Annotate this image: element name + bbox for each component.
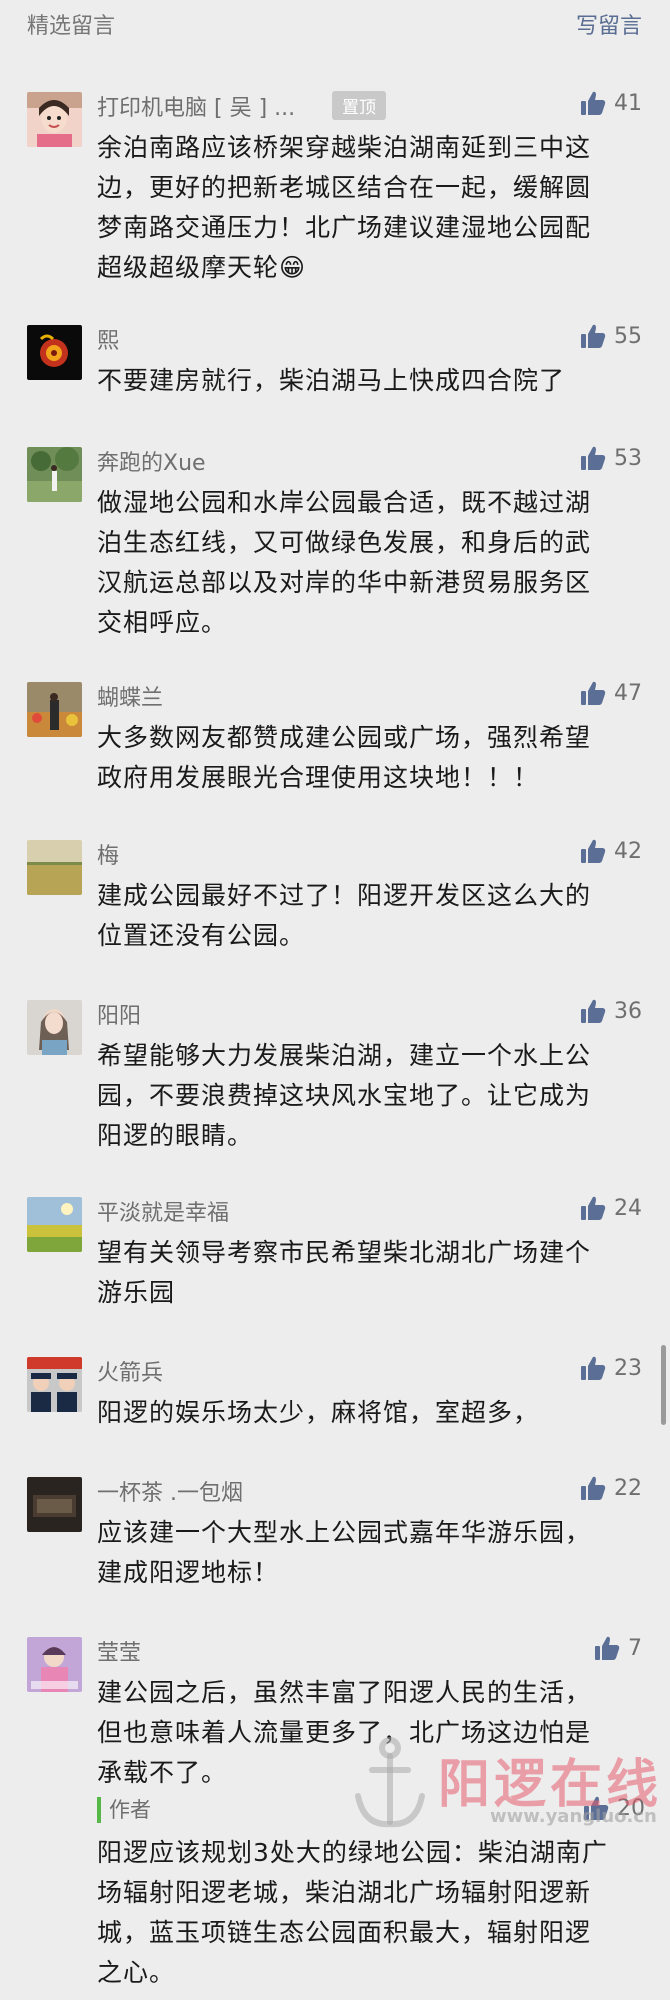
comment-line: 位置还没有公园。 xyxy=(97,921,306,950)
like-button[interactable]: 41 xyxy=(580,90,642,116)
like-button[interactable]: 36 xyxy=(580,998,642,1024)
like-count: 47 xyxy=(614,680,642,706)
like-button[interactable]: 42 xyxy=(580,838,642,864)
comment-line: 建成公园最好不过了！阳逻开发区这么大的 xyxy=(97,881,592,910)
scrollbar[interactable] xyxy=(661,1345,666,1425)
avatar[interactable] xyxy=(27,1357,82,1412)
like-count: 53 xyxy=(614,445,642,471)
thumbs-up-icon xyxy=(581,839,606,863)
comment-line: 建公园之后，虽然丰富了阳逻人民的生活， xyxy=(97,1678,592,1707)
section-title: 精选留言 xyxy=(27,14,116,39)
thumbs-up-icon xyxy=(584,1796,609,1820)
like-button[interactable]: 47 xyxy=(580,680,642,706)
comment-text: 做湿地公园和水岸公园最合适，既不越过湖 泊生态红线，又可做绿色发展，和身后的武 … xyxy=(97,483,645,643)
like-button[interactable]: 20 xyxy=(583,1795,645,1821)
comment-line: 大多数网友都赞成建公园或广场，强烈希望 xyxy=(97,723,592,752)
comments-header: 精选留言 写留言 xyxy=(0,0,670,50)
comment-line: 阳逻的眼睛。 xyxy=(97,1121,254,1150)
thumbs-up-icon xyxy=(581,1196,606,1220)
comment-line: 应该建一个大型水上公园式嘉年华游乐园， xyxy=(97,1518,592,1547)
comment-nickname[interactable]: 火箭兵 xyxy=(97,1355,163,1387)
comment-text: 余泊南路应该桥架穿越柴泊湖南延到三中这 边，更好的把新老城区结合在一起，缓解圆 … xyxy=(97,128,645,288)
like-count: 22 xyxy=(614,1475,642,1501)
thumbs-up-icon xyxy=(581,91,606,115)
write-comment-link[interactable]: 写留言 xyxy=(576,8,642,40)
like-count: 20 xyxy=(617,1795,645,1821)
like-count: 23 xyxy=(614,1355,642,1381)
reply-line: 阳逻应该规划3处大的绿地公园：柴泊湖南广 xyxy=(97,1838,608,1867)
avatar[interactable] xyxy=(27,1637,82,1692)
thumbs-up-icon xyxy=(581,1356,606,1380)
comment-nickname[interactable]: 平淡就是幸福 xyxy=(97,1195,229,1227)
comment-line: 园，不要浪费掉这块风水宝地了。让它成为 xyxy=(97,1081,592,1110)
like-count: 42 xyxy=(614,838,642,864)
avatar[interactable] xyxy=(27,325,82,380)
like-button[interactable]: 23 xyxy=(580,1355,642,1381)
comment-nickname[interactable]: 熙 xyxy=(97,323,119,355)
comment-text: 希望能够大力发展柴泊湖，建立一个水上公 园，不要浪费掉这块风水宝地了。让它成为 … xyxy=(97,1036,645,1156)
author-label: 作者 xyxy=(97,1797,645,1823)
thumbs-up-icon xyxy=(581,324,606,348)
like-button[interactable]: 7 xyxy=(594,1635,642,1661)
thumbs-up-icon xyxy=(581,446,606,470)
avatar[interactable] xyxy=(27,92,82,147)
comment-text: 望有关领导考察市民希望柴北湖北广场建个 游乐园 xyxy=(97,1233,645,1313)
comment-line: 梦南路交通压力！北广场建议建湿地公园配 xyxy=(97,213,592,242)
comment-line: 交相呼应。 xyxy=(97,608,228,637)
reply-line: 之心。 xyxy=(97,1958,176,1987)
like-button[interactable]: 24 xyxy=(580,1195,642,1221)
comment-line: 做湿地公园和水岸公园最合适，既不越过湖 xyxy=(97,488,592,517)
comment-line: 阳逻的娱乐场太少，麻将馆，室超多， xyxy=(97,1398,540,1427)
comment-nickname[interactable]: 梅 xyxy=(97,838,119,870)
comment-line: 建成阳逻地标！ xyxy=(97,1558,280,1587)
pinned-badge: 置顶 xyxy=(332,91,386,120)
comment-line: 不要建房就行，柴泊湖马上快成四合院了 xyxy=(97,366,566,395)
like-count: 36 xyxy=(614,998,642,1024)
comment-line: 政府用发展眼光合理使用这块地！！！ xyxy=(97,763,540,792)
author-reply: 作者 20 阳逻应该规划3处大的绿地公园：柴泊湖南广 场辐射阳逻老城，柴泊湖北广… xyxy=(97,1795,645,1993)
comment-text: 建公园之后，虽然丰富了阳逻人民的生活， 但也意味着人流量更多了，北广场这边怕是 … xyxy=(97,1673,645,1793)
comment-nickname[interactable]: 阳阳 xyxy=(97,998,141,1030)
like-count: 7 xyxy=(628,1635,642,1661)
thumbs-up-icon xyxy=(581,999,606,1023)
comment-nickname[interactable]: 一杯茶 .一包烟 xyxy=(97,1475,243,1507)
comment-line: 超级超级摩天轮😁 xyxy=(97,253,307,282)
comment-text: 不要建房就行，柴泊湖马上快成四合院了 xyxy=(97,361,645,401)
comment-text: 大多数网友都赞成建公园或广场，强烈希望 政府用发展眼光合理使用这块地！！！ xyxy=(97,718,645,798)
comment-nickname[interactable]: 蝴蝶兰 xyxy=(97,680,163,712)
reply-line: 场辐射阳逻老城，柴泊湖北广场辐射阳逻新 xyxy=(97,1878,592,1907)
reply-line: 城，蓝玉项链生态公园面积最大，辐射阳逻 xyxy=(97,1918,592,1947)
thumbs-up-icon xyxy=(581,681,606,705)
comment-nickname[interactable]: 奔跑的Xue xyxy=(97,445,206,477)
reply-text: 阳逻应该规划3处大的绿地公园：柴泊湖南广 场辐射阳逻老城，柴泊湖北广场辐射阳逻新… xyxy=(97,1833,645,1993)
like-button[interactable]: 55 xyxy=(580,323,642,349)
avatar[interactable] xyxy=(27,1477,82,1532)
comment-line: 余泊南路应该桥架穿越柴泊湖南延到三中这 xyxy=(97,133,592,162)
like-count: 24 xyxy=(614,1195,642,1221)
thumbs-up-icon xyxy=(595,1636,620,1660)
like-count: 55 xyxy=(614,323,642,349)
comment-line: 望有关领导考察市民希望柴北湖北广场建个 xyxy=(97,1238,592,1267)
avatar[interactable] xyxy=(27,1197,82,1252)
avatar[interactable] xyxy=(27,447,82,502)
thumbs-up-icon xyxy=(581,1476,606,1500)
comment-line: 泊生态红线，又可做绿色发展，和身后的武 xyxy=(97,528,592,557)
comment-line: 承载不了。 xyxy=(97,1758,228,1787)
like-button[interactable]: 53 xyxy=(580,445,642,471)
comment-nickname[interactable]: 打印机电脑 [ 吴 ] ... xyxy=(97,90,295,122)
comment-line: 游乐园 xyxy=(97,1278,176,1307)
comment-nickname[interactable]: 莹莹 xyxy=(97,1635,141,1667)
avatar[interactable] xyxy=(27,840,82,895)
comment-text: 阳逻的娱乐场太少，麻将馆，室超多， xyxy=(97,1393,645,1433)
comment-text: 应该建一个大型水上公园式嘉年华游乐园， 建成阳逻地标！ xyxy=(97,1513,645,1593)
like-button[interactable]: 22 xyxy=(580,1475,642,1501)
comment-line: 汉航运总部以及对岸的华中新港贸易服务区 xyxy=(97,568,592,597)
comment-line: 希望能够大力发展柴泊湖，建立一个水上公 xyxy=(97,1041,592,1070)
avatar[interactable] xyxy=(27,682,82,737)
comment-line: 但也意味着人流量更多了，北广场这边怕是 xyxy=(97,1718,592,1747)
like-count: 41 xyxy=(614,90,642,116)
comment-text: 建成公园最好不过了！阳逻开发区这么大的 位置还没有公园。 xyxy=(97,876,645,956)
comment-line: 边，更好的把新老城区结合在一起，缓解圆 xyxy=(97,173,592,202)
avatar[interactable] xyxy=(27,1000,82,1055)
